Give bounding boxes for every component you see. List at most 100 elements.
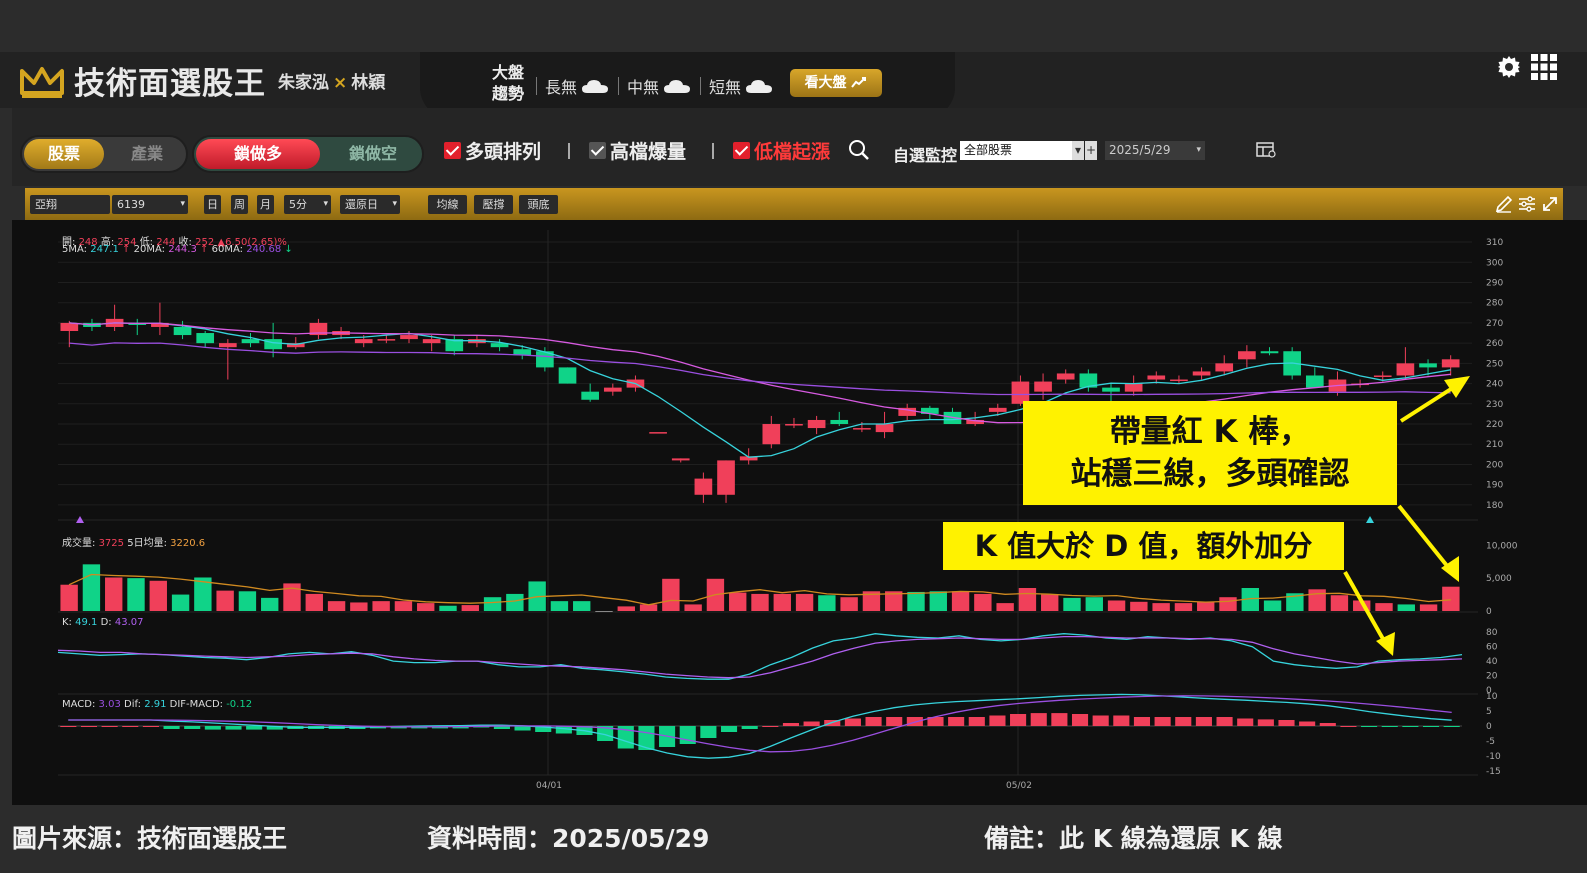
high-volume-label: 高檔爆量 [610,141,687,163]
market-mid-label: 中無 [627,78,660,97]
candle-body [1056,373,1075,380]
checkbox-checked-icon [444,142,461,159]
top-bottom-button[interactable]: 頭底 [519,195,558,214]
volume-bar [1130,601,1148,611]
ma-button[interactable]: 均線 [428,195,467,214]
candle-body [1373,375,1392,377]
volume-readout: 成交量: 3725 5日均量: 3220.6 [62,534,205,549]
volume-bar [617,606,635,611]
macd-histogram-bar [60,726,77,727]
macd-histogram-bar [1216,717,1233,726]
macd-histogram-bar [1154,717,1171,726]
volume-bar [1174,603,1193,611]
checkbox-high-volume[interactable]: 高檔爆量 [589,137,686,164]
stock-chart[interactable]: 3103002902802702602502402302202102001901… [12,220,1587,805]
sliders-icon[interactable] [1517,194,1537,214]
stock-code-select[interactable]: 6139 ▾ [112,195,188,214]
lock-long-button[interactable]: 鎖做多 [196,139,320,169]
date-tick-label: 05/02 [1006,781,1032,791]
price-tick-label: 190 [1486,481,1503,491]
volume-bar [751,593,769,611]
apps-grid-icon[interactable] [1531,54,1557,80]
candle-body [762,424,781,445]
macd-histogram-bar [1319,723,1336,726]
macd-histogram-bar [1051,713,1068,726]
macd-histogram-bar [865,717,882,726]
macd-histogram-bar [1443,726,1460,727]
volume-bar [595,611,613,612]
view-market-label: 看大盤 [804,75,847,91]
tab-industry[interactable]: 產業 [108,139,186,169]
lock-short-button[interactable]: 鎖做空 [324,139,422,169]
volume-bar [550,601,569,611]
tab-stock[interactable]: 股票 [24,139,104,169]
volume-bar [1263,600,1282,611]
footer-source: 圖片來源：技術面選股王 [12,824,288,853]
chevron-down-icon[interactable]: ▾ [1072,141,1084,160]
footer-data-time: 資料時間：2025/05/29 [427,824,710,853]
volume-bar [729,592,747,611]
macd-histogram-bar [1278,720,1295,726]
expand-icon[interactable] [1540,194,1560,214]
pencil-icon[interactable] [1494,194,1514,214]
volume-bar [82,564,101,611]
macd-histogram-bar [1340,726,1357,727]
macd-histogram-bar [1195,717,1212,726]
macd-tick-label: 10 [1486,692,1498,702]
restore-select[interactable]: 還原日 ▾ [340,195,400,214]
candle-body [1034,381,1052,392]
period-week-button[interactable]: 周 [231,195,248,214]
chevron-down-icon: ▾ [180,199,185,209]
period-month-button[interactable]: 月 [257,195,274,214]
kd-tick-label: 40 [1486,657,1498,667]
volume-bar [127,578,145,611]
volume-bar [1397,604,1415,611]
divider [536,77,537,95]
candle-body [1260,351,1279,354]
search-icon[interactable] [848,139,870,161]
view-market-button[interactable]: 看大盤 [790,69,882,97]
app-title: 技術面選股王 [74,66,266,102]
candle-body [1215,363,1234,372]
price-tick-label: 310 [1486,238,1503,248]
macd-histogram-bar [225,726,242,730]
ma5-up-icon: ↑ [122,244,131,255]
host-names: 朱家泓 × 林穎 [278,68,385,93]
interval-select[interactable]: 5分 ▾ [284,195,331,214]
table-settings-icon[interactable] [1256,141,1276,159]
checkbox-low-rise[interactable]: 低檔起漲 [733,137,830,164]
checkbox-bull-alignment[interactable]: 多頭排列 [444,137,541,164]
gear-icon[interactable] [1497,55,1521,79]
volume-bar [238,591,257,611]
candle-body [1396,363,1415,376]
volume-bar [773,593,791,611]
period-day-button[interactable]: 日 [204,195,221,214]
volume5-value: 3220.6 [170,538,206,549]
candle-body [196,333,215,344]
candle-body [988,407,1007,412]
watchlist-select[interactable]: 全部股票 [960,141,1072,160]
candle-body [1124,383,1143,392]
dif-macd-label: DIF-MACD: [169,699,224,710]
macd-histogram-bar [1299,721,1316,726]
volume-value: 3725 [98,538,125,549]
candle-body [875,424,894,433]
pressure-support-button[interactable]: 壓撐 [474,195,513,214]
market-label-line-2: 趨勢 [491,84,524,103]
kd-tick-label: 60 [1486,643,1498,653]
divider [700,77,701,95]
volume-bar [818,595,836,611]
date-select[interactable]: 2025/5/29 ▾ [1105,141,1205,160]
volume-bar [951,591,970,611]
volume-bar [105,577,123,611]
macd-histogram-bar [122,726,139,727]
macd-histogram-bar [803,721,820,726]
volume-bar [1308,589,1326,611]
volume-bar [1375,603,1393,611]
kd-readout: K: 49.1 D: 43.07 [62,617,143,628]
volume-tick-label: 5,000 [1486,574,1512,584]
stock-name-field[interactable]: 亞翔 [30,195,110,214]
watchlist-add-button[interactable]: + [1085,141,1097,160]
price-tick-label: 240 [1486,380,1503,390]
volume-bar [461,605,479,611]
